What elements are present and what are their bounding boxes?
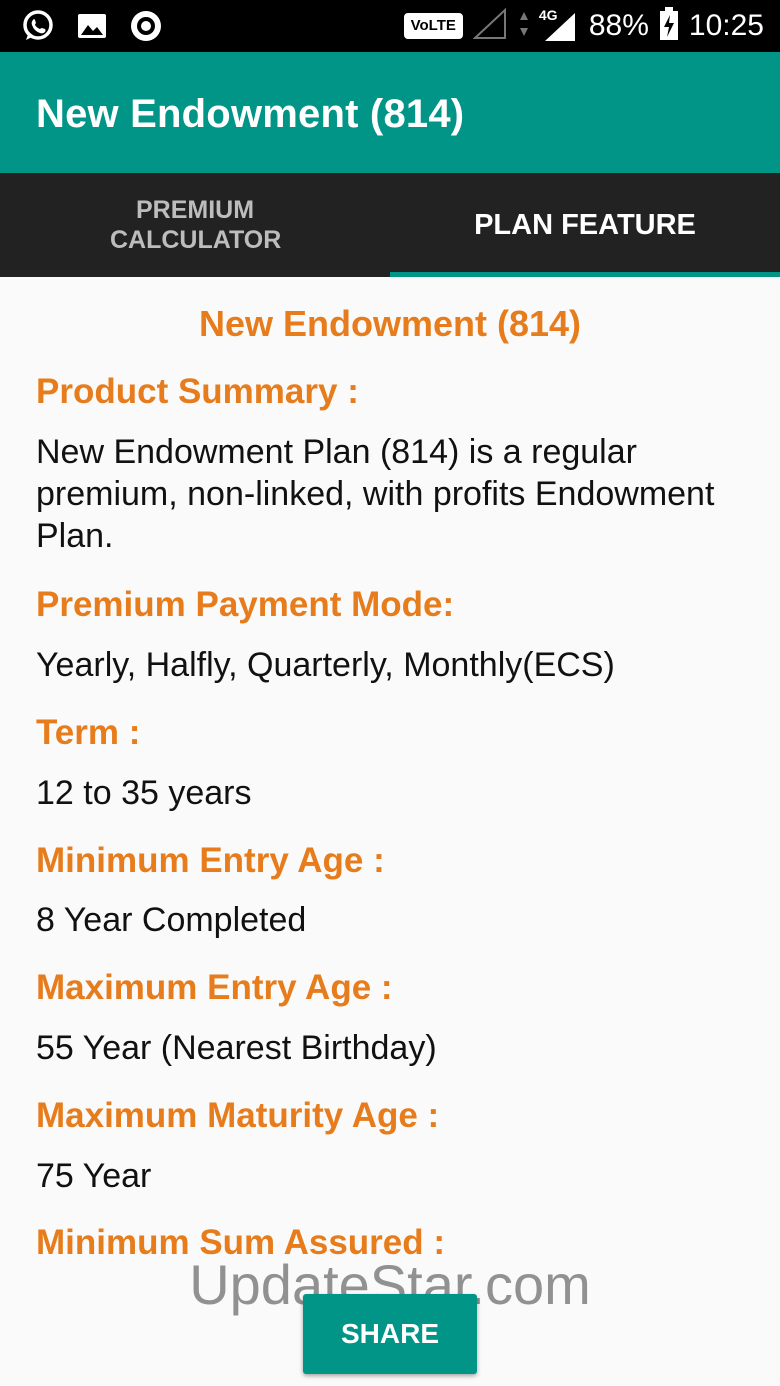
signal-4g-icon: 4G (539, 7, 579, 43)
record-icon (128, 8, 164, 44)
term-value: 12 to 35 years (36, 774, 252, 812)
maximum-maturity-age-value: 75 Year (36, 1157, 152, 1195)
system-status: VoLTE 4G 88% 10:25 (403, 6, 764, 46)
clock: 10:25 (688, 9, 764, 42)
tab-label: PLAN FEATURE (474, 208, 696, 241)
whatsapp-icon (20, 8, 56, 44)
signal-empty-icon (472, 7, 509, 45)
share-button[interactable]: SHARE (303, 1294, 477, 1374)
premium-payment-mode-label: Premium Payment Mode: (36, 585, 455, 624)
maximum-maturity-age-label: Maximum Maturity Age : (36, 1096, 440, 1135)
tab-label: PREMIUM CALCULATOR (110, 196, 282, 254)
product-summary-label: Product Summary : (36, 372, 359, 411)
notification-icons (20, 8, 164, 44)
tab-bar: PREMIUM CALCULATOR PLAN FEATURE (0, 173, 780, 277)
battery-charging-icon (659, 6, 679, 46)
battery-percent: 88% (588, 9, 649, 42)
status-bar: VoLTE 4G 88% 10:25 (0, 0, 780, 52)
maximum-entry-age-value: 55 Year (Nearest Birthday) (36, 1029, 437, 1067)
maximum-entry-age-label: Maximum Entry Age : (36, 968, 393, 1007)
premium-payment-mode-value: Yearly, Halfly, Quarterly, Monthly(ECS) (36, 646, 615, 684)
product-summary-value: New Endowment Plan (814) is a regular pr… (36, 433, 715, 555)
data-arrows-icon (519, 10, 529, 43)
minimum-entry-age-label: Minimum Entry Age : (36, 841, 385, 880)
app-title: New Endowment (814) (36, 92, 465, 136)
tab-plan-feature[interactable]: PLAN FEATURE (390, 173, 780, 277)
plan-heading: New Endowment (814) (198, 303, 582, 344)
tab-premium-calculator[interactable]: PREMIUM CALCULATOR (0, 173, 390, 277)
app-bar: New Endowment (814) (0, 52, 780, 173)
volte-badge: VoLTE (403, 13, 463, 39)
term-label: Term : (36, 713, 141, 752)
tab-indicator (390, 272, 780, 277)
minimum-entry-age-value: 8 Year Completed (36, 901, 307, 939)
gallery-icon (74, 8, 110, 44)
